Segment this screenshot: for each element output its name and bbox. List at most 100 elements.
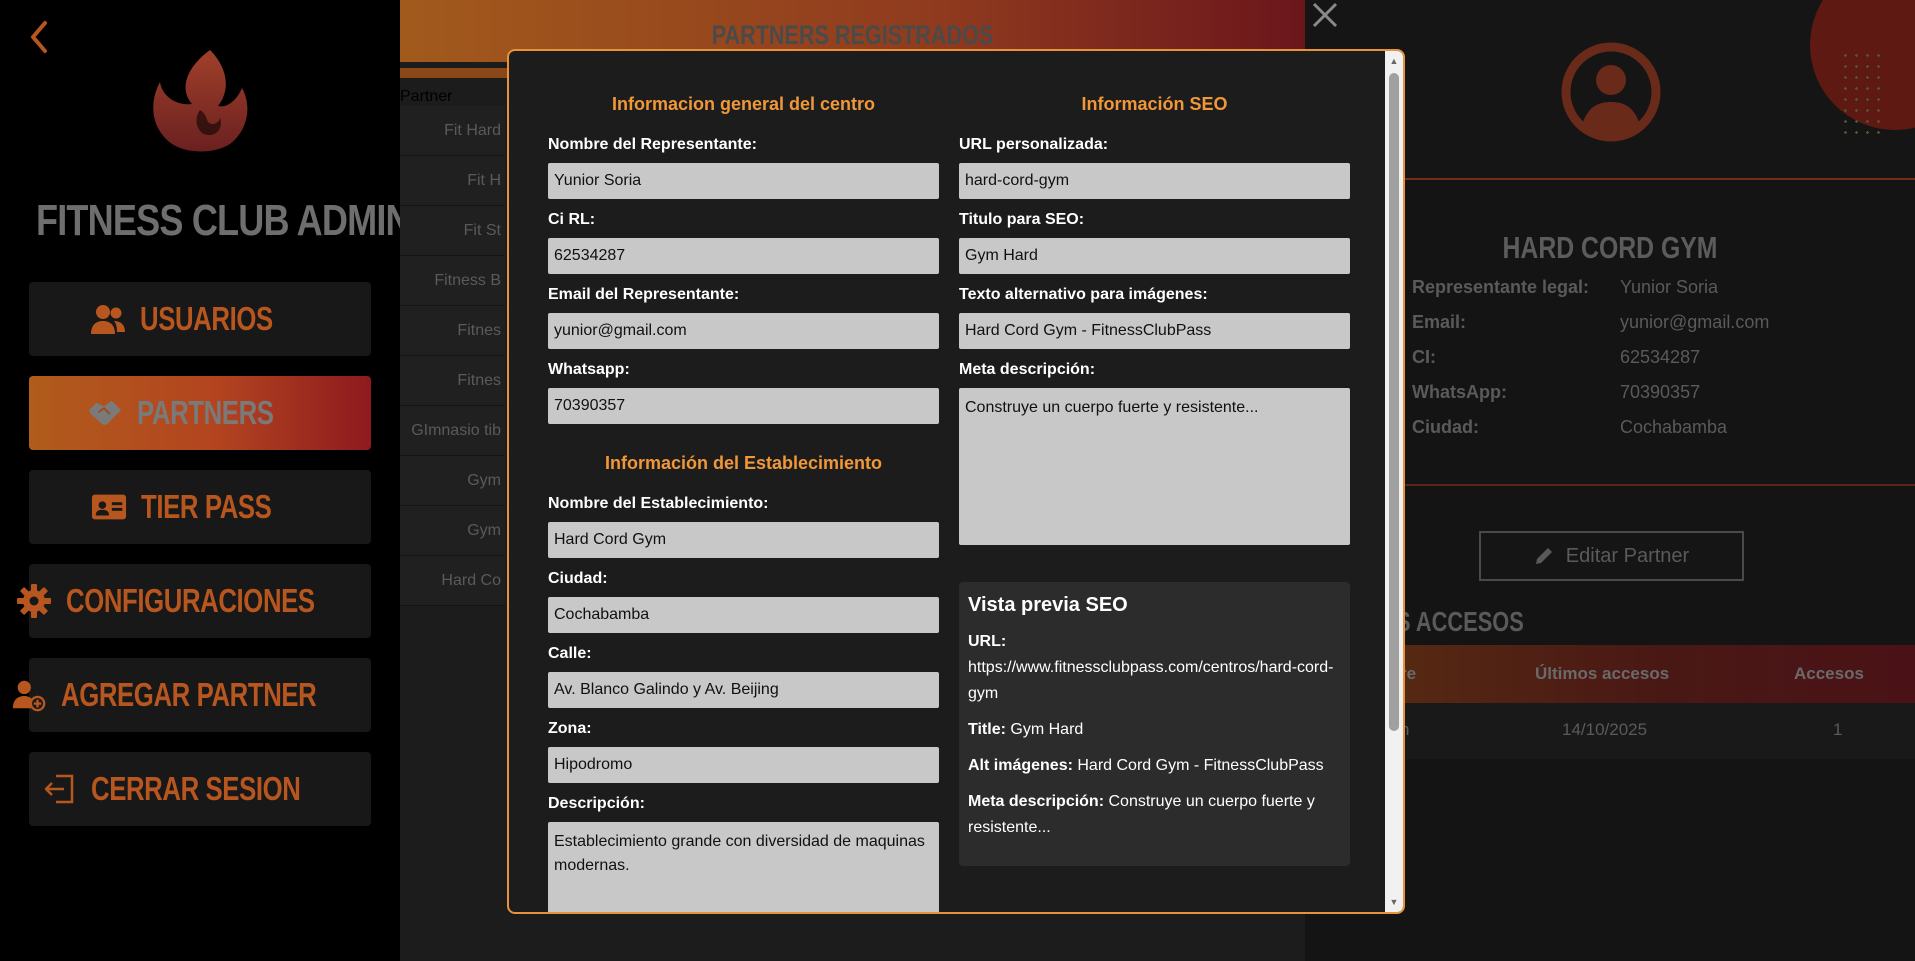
decorative-dots bbox=[1840, 50, 1886, 140]
street-input[interactable] bbox=[548, 672, 939, 708]
preview-url-key: URL: bbox=[968, 633, 1007, 650]
ci-input[interactable] bbox=[548, 238, 939, 274]
table-row[interactable]: Fit Hard bbox=[400, 106, 505, 156]
estab-name-input[interactable] bbox=[548, 522, 939, 558]
user-avatar-icon bbox=[1561, 42, 1661, 142]
whatsapp-input[interactable] bbox=[548, 388, 939, 424]
table-row[interactable]: Fit H bbox=[400, 156, 505, 206]
nav-usuarios[interactable]: USUARIOS bbox=[29, 282, 371, 356]
nav-tier-pass-label: TIER PASS bbox=[141, 488, 272, 525]
alt-text-input[interactable] bbox=[959, 313, 1350, 349]
seo-preview-alt: Alt imágenes: Hard Cord Gym - FitnessClu… bbox=[968, 753, 1341, 779]
detail-value: 62534287 bbox=[1620, 347, 1701, 367]
sidebar: FITNESS CLUB ADMIN USUARIOS PARTNERS TIE… bbox=[0, 0, 412, 961]
table-row[interactable]: Fit St bbox=[400, 206, 505, 256]
preview-alt-key: Alt imágenes: bbox=[968, 757, 1073, 774]
nav-cerrar-sesion-label: CERRAR SESION bbox=[90, 770, 301, 807]
app-root: FITNESS CLUB ADMIN USUARIOS PARTNERS TIE… bbox=[0, 0, 1915, 961]
seo-preview-title: Title: Gym Hard bbox=[968, 717, 1341, 743]
close-icon bbox=[1312, 2, 1338, 28]
detail-row: Ciudad: Cochabamba bbox=[1412, 417, 1832, 452]
edit-partner-label: Editar Partner bbox=[1565, 544, 1690, 567]
modal-scrollbar[interactable]: ▲ ▼ bbox=[1385, 51, 1403, 912]
handshake-icon bbox=[87, 395, 123, 431]
access-col-count: Accesos bbox=[1794, 664, 1864, 683]
preview-title-value: Gym Hard bbox=[1010, 721, 1084, 738]
seo-preview-url: URL: https://www.fitnessclubpass.com/cent… bbox=[968, 629, 1341, 707]
access-cell: 1 bbox=[1833, 720, 1843, 739]
estab-name-label: Nombre del Establecimiento: bbox=[548, 495, 769, 512]
pencil-icon bbox=[1535, 548, 1552, 564]
url-label: URL personalizada: bbox=[959, 136, 1109, 153]
add-user-icon bbox=[11, 677, 47, 713]
table-row[interactable]: Fitnes bbox=[400, 356, 505, 406]
establishment-title: Información del Establecimiento bbox=[604, 453, 883, 473]
description-label: Descripción: bbox=[548, 795, 645, 812]
edit-partner-button[interactable]: Editar Partner bbox=[1479, 531, 1744, 581]
edit-partner-modal: Informacion general del centro Nombre de… bbox=[507, 49, 1405, 914]
nav-tier-pass[interactable]: TIER PASS bbox=[29, 470, 371, 544]
preview-alt-value: Hard Cord Gym - FitnessClubPass bbox=[1077, 757, 1324, 774]
partners-header-title: PARTNERS REGISTRADOS bbox=[711, 20, 994, 50]
close-modal-button[interactable] bbox=[1308, 0, 1342, 30]
general-info-title: Informacion general del centro bbox=[611, 94, 876, 114]
access-col-last: Últimos accesos bbox=[1535, 664, 1670, 683]
rep-name-input[interactable] bbox=[548, 163, 939, 199]
meta-description-textarea[interactable]: Construye un cuerpo fuerte y resistente.… bbox=[959, 388, 1350, 545]
whatsapp-label: Whatsapp: bbox=[548, 361, 630, 378]
table-row[interactable]: Fitness B bbox=[400, 256, 505, 306]
nav-partners[interactable]: PARTNERS bbox=[29, 376, 371, 450]
table-row[interactable]: Fitnes bbox=[400, 306, 505, 356]
nav-cerrar-sesion[interactable]: CERRAR SESION bbox=[29, 752, 371, 826]
detail-row: Representante legal: Yunior Soria bbox=[1412, 277, 1832, 312]
ci-label: Ci RL: bbox=[548, 211, 596, 228]
alt-text-label: Texto alternativo para imágenes: bbox=[959, 286, 1208, 303]
preview-title-key: Title: bbox=[968, 721, 1006, 738]
seo-preview-box: Vista previa SEO URL: https://www.fitness… bbox=[959, 582, 1350, 866]
description-textarea[interactable]: Establecimiento grande con diversidad de… bbox=[548, 822, 939, 912]
detail-key: Email: bbox=[1412, 312, 1467, 332]
detail-partner-name: HARD CORD GYM bbox=[1502, 230, 1718, 265]
detail-value: Yunior Soria bbox=[1620, 277, 1719, 297]
detail-value: 70390357 bbox=[1620, 382, 1701, 402]
email-label: Email del Representante: bbox=[548, 286, 740, 303]
detail-row: CI: 62534287 bbox=[1412, 347, 1832, 382]
detail-row: Email: yunior@gmail.com bbox=[1412, 312, 1832, 347]
partners-table-header: Partner bbox=[400, 88, 453, 105]
detail-key: CI: bbox=[1412, 347, 1436, 367]
zone-input[interactable] bbox=[548, 747, 939, 783]
gear-icon bbox=[16, 583, 52, 619]
access-section-title: S ACCESOS bbox=[1396, 606, 1524, 637]
nav-usuarios-label: USUARIOS bbox=[139, 300, 273, 337]
table-row[interactable]: GImnasio tib bbox=[400, 406, 505, 456]
scroll-up-arrow-icon[interactable]: ▲ bbox=[1388, 55, 1400, 67]
brand-title: FITNESS CLUB ADMIN bbox=[36, 196, 412, 245]
detail-key: Ciudad: bbox=[1412, 417, 1479, 437]
zone-label: Zona: bbox=[548, 720, 592, 737]
seo-preview-meta: Meta descripción: Construye un cuerpo fu… bbox=[968, 789, 1341, 841]
seo-section-title: Información SEO bbox=[1081, 94, 1228, 114]
back-button[interactable] bbox=[24, 20, 54, 54]
table-row[interactable]: Gym bbox=[400, 506, 505, 556]
detail-value: Cochabamba bbox=[1620, 417, 1728, 437]
nav-agregar-partner[interactable]: AGREGAR PARTNER bbox=[13, 658, 371, 732]
detail-row: WhatsApp: 70390357 bbox=[1412, 382, 1832, 417]
detail-key: Representante legal: bbox=[1412, 277, 1590, 297]
table-row[interactable]: Gym bbox=[400, 456, 505, 506]
city-label: Ciudad: bbox=[548, 570, 608, 587]
flame-logo bbox=[153, 50, 248, 152]
chevron-left-icon bbox=[31, 21, 47, 53]
nav-configuraciones[interactable]: CONFIGURACIONES bbox=[16, 564, 371, 638]
table-row[interactable]: Hard Co bbox=[400, 556, 505, 606]
url-input[interactable] bbox=[959, 163, 1350, 199]
seo-title-input[interactable] bbox=[959, 238, 1350, 274]
meta-description-label: Meta descripción: bbox=[959, 361, 1096, 378]
city-input[interactable] bbox=[548, 597, 939, 633]
email-input[interactable] bbox=[548, 313, 939, 349]
nav-partners-label: PARTNERS bbox=[137, 394, 275, 431]
scrollbar-thumb[interactable] bbox=[1389, 73, 1399, 731]
scroll-down-arrow-icon[interactable]: ▼ bbox=[1388, 896, 1400, 908]
preview-url-value: https://www.fitnessclubpass.com/centros/… bbox=[968, 659, 1334, 702]
seo-preview-heading: Vista previa SEO bbox=[968, 594, 1128, 616]
detail-value: yunior@gmail.com bbox=[1620, 312, 1770, 332]
